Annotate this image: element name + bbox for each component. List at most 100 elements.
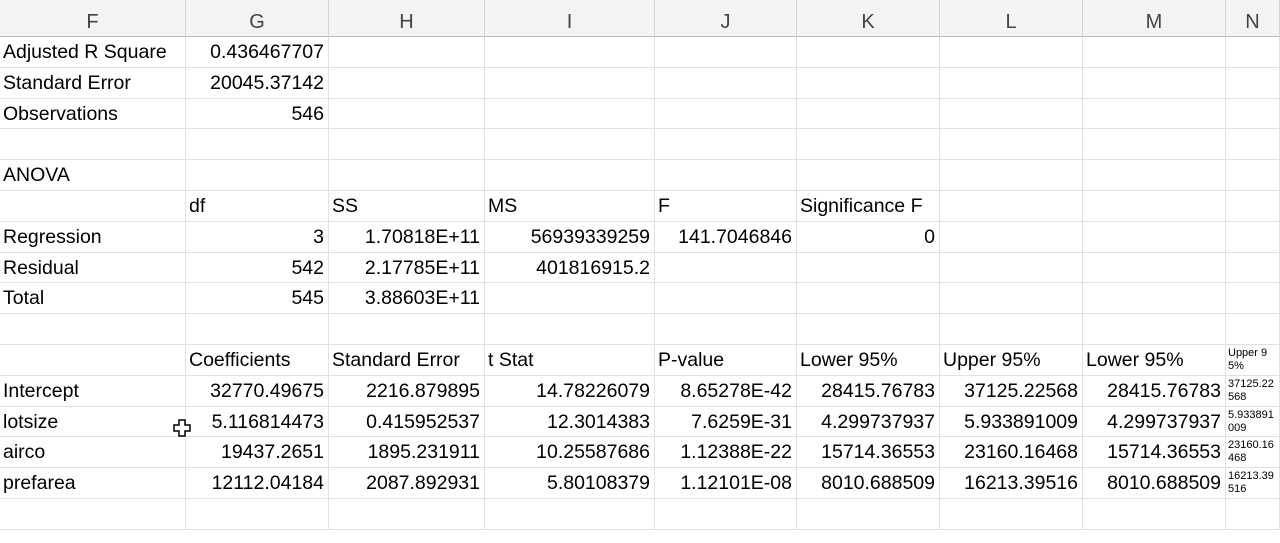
cell-G4[interactable]: [186, 129, 329, 161]
cell-J14[interactable]: 1.12388E-22: [655, 437, 797, 469]
cell-N1[interactable]: [1226, 37, 1280, 68]
cell-G14[interactable]: 19437.2651: [186, 437, 329, 469]
cell-I4[interactable]: [485, 129, 655, 161]
cell-N3[interactable]: [1226, 98, 1280, 130]
cell-I7[interactable]: 56939339259: [485, 221, 655, 253]
cell-I8[interactable]: 401816915.2: [485, 252, 655, 284]
cell-G12[interactable]: 32770.49675: [186, 375, 329, 407]
cell-L11[interactable]: Upper 95%: [940, 345, 1083, 376]
cell-L5[interactable]: [940, 160, 1083, 191]
cell-N7[interactable]: [1226, 221, 1280, 253]
cell-G10[interactable]: [186, 314, 329, 345]
cell-I12[interactable]: 14.78226079: [485, 375, 655, 407]
cell-F7[interactable]: Regression: [0, 221, 186, 253]
cell-M1[interactable]: [1083, 37, 1226, 68]
cell-F5[interactable]: ANOVA: [0, 160, 186, 191]
cell-H15[interactable]: 2087.892931: [329, 468, 485, 499]
column-header-M[interactable]: M: [1083, 0, 1226, 37]
cell-H14[interactable]: 1895.231911: [329, 437, 485, 469]
cell-I16[interactable]: [485, 499, 655, 530]
cell-L1[interactable]: [940, 37, 1083, 68]
cell-F16[interactable]: [0, 499, 186, 530]
cell-F2[interactable]: Standard Error: [0, 67, 186, 99]
cell-H16[interactable]: [329, 499, 485, 530]
cell-L10[interactable]: [940, 314, 1083, 345]
cell-J10[interactable]: [655, 314, 797, 345]
cell-H10[interactable]: [329, 314, 485, 345]
cell-L2[interactable]: [940, 67, 1083, 99]
cell-L12[interactable]: 37125.22568: [940, 375, 1083, 407]
cell-G3[interactable]: 546: [186, 98, 329, 130]
cell-J11[interactable]: P-value: [655, 345, 797, 376]
column-header-I[interactable]: I: [485, 0, 655, 37]
column-header-J[interactable]: J: [655, 0, 797, 37]
cell-J3[interactable]: [655, 98, 797, 130]
cell-K2[interactable]: [797, 67, 940, 99]
cell-M12[interactable]: 28415.76783: [1083, 375, 1226, 407]
cell-J15[interactable]: 1.12101E-08: [655, 468, 797, 499]
cell-J12[interactable]: 8.65278E-42: [655, 375, 797, 407]
cell-K16[interactable]: [797, 499, 940, 530]
cell-I1[interactable]: [485, 37, 655, 68]
cell-G2[interactable]: 20045.37142: [186, 67, 329, 99]
cell-N16[interactable]: [1226, 499, 1280, 530]
cell-K11[interactable]: Lower 95%: [797, 345, 940, 376]
cell-N15[interactable]: 16213.39516: [1226, 468, 1280, 499]
cell-M9[interactable]: [1083, 283, 1226, 315]
cell-G16[interactable]: [186, 499, 329, 530]
cell-J5[interactable]: [655, 160, 797, 191]
cell-N9[interactable]: [1226, 283, 1280, 315]
cell-M5[interactable]: [1083, 160, 1226, 191]
cell-F12[interactable]: Intercept: [0, 375, 186, 407]
cell-J13[interactable]: 7.6259E-31: [655, 406, 797, 438]
cell-K3[interactable]: [797, 98, 940, 130]
cell-L3[interactable]: [940, 98, 1083, 130]
cell-I13[interactable]: 12.3014383: [485, 406, 655, 438]
cell-M8[interactable]: [1083, 252, 1226, 284]
cell-F4[interactable]: [0, 129, 186, 161]
cell-M2[interactable]: [1083, 67, 1226, 99]
cell-J2[interactable]: [655, 67, 797, 99]
column-header-G[interactable]: G: [186, 0, 329, 37]
cell-K13[interactable]: 4.299737937: [797, 406, 940, 438]
column-header-L[interactable]: L: [940, 0, 1083, 37]
cell-G6[interactable]: df: [186, 191, 329, 222]
cell-J4[interactable]: [655, 129, 797, 161]
cell-F6[interactable]: [0, 191, 186, 222]
cell-K5[interactable]: [797, 160, 940, 191]
cell-H6[interactable]: SS: [329, 191, 485, 222]
cell-M4[interactable]: [1083, 129, 1226, 161]
cell-F1[interactable]: Adjusted R Square: [0, 37, 186, 68]
cell-G15[interactable]: 12112.04184: [186, 468, 329, 499]
cell-G8[interactable]: 542: [186, 252, 329, 284]
cell-H5[interactable]: [329, 160, 485, 191]
cell-J7[interactable]: 141.7046846: [655, 221, 797, 253]
cell-N13[interactable]: 5.933891009: [1226, 406, 1280, 438]
cell-I10[interactable]: [485, 314, 655, 345]
cell-H9[interactable]: 3.88603E+11: [329, 283, 485, 315]
cell-H4[interactable]: [329, 129, 485, 161]
cell-I3[interactable]: [485, 98, 655, 130]
column-header-K[interactable]: K: [797, 0, 940, 37]
cell-G1[interactable]: 0.436467707: [186, 37, 329, 68]
cell-J16[interactable]: [655, 499, 797, 530]
cell-K6[interactable]: Significance F: [797, 191, 940, 222]
cell-I11[interactable]: t Stat: [485, 345, 655, 376]
cell-G11[interactable]: Coefficients: [186, 345, 329, 376]
cell-N6[interactable]: [1226, 191, 1280, 222]
cell-K10[interactable]: [797, 314, 940, 345]
cell-I9[interactable]: [485, 283, 655, 315]
cell-J8[interactable]: [655, 252, 797, 284]
cell-M11[interactable]: Lower 95%: [1083, 345, 1226, 376]
cell-L8[interactable]: [940, 252, 1083, 284]
cell-K4[interactable]: [797, 129, 940, 161]
cell-F9[interactable]: Total: [0, 283, 186, 315]
cell-N12[interactable]: 37125.22568: [1226, 375, 1280, 407]
cell-L9[interactable]: [940, 283, 1083, 315]
cell-L14[interactable]: 23160.16468: [940, 437, 1083, 469]
cell-N2[interactable]: [1226, 67, 1280, 99]
cell-F10[interactable]: [0, 314, 186, 345]
cell-G9[interactable]: 545: [186, 283, 329, 315]
cell-I2[interactable]: [485, 67, 655, 99]
cell-K15[interactable]: 8010.688509: [797, 468, 940, 499]
